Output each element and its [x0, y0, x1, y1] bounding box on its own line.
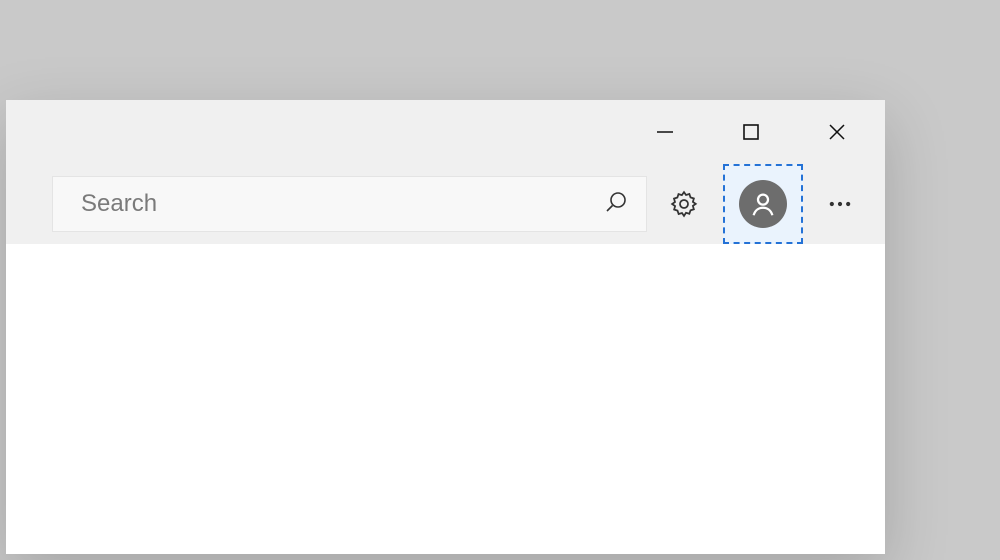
gear-icon	[669, 189, 699, 219]
account-button[interactable]	[739, 180, 787, 228]
maximize-icon	[741, 122, 761, 142]
account-highlight	[723, 164, 803, 244]
search-icon	[604, 190, 628, 219]
toolbar	[6, 164, 885, 244]
content-area	[6, 244, 885, 554]
titlebar	[6, 100, 885, 164]
search-input[interactable]	[79, 189, 604, 219]
app-window	[6, 100, 885, 554]
close-button[interactable]	[825, 120, 849, 144]
close-icon	[827, 122, 847, 142]
more-button[interactable]	[811, 175, 869, 233]
search-box[interactable]	[52, 176, 647, 232]
window-chrome	[6, 100, 885, 244]
minimize-button[interactable]	[653, 120, 677, 144]
settings-button[interactable]	[655, 175, 713, 233]
ellipsis-icon	[826, 190, 854, 218]
person-icon	[748, 189, 778, 219]
maximize-button[interactable]	[739, 120, 763, 144]
minimize-icon	[655, 122, 675, 142]
